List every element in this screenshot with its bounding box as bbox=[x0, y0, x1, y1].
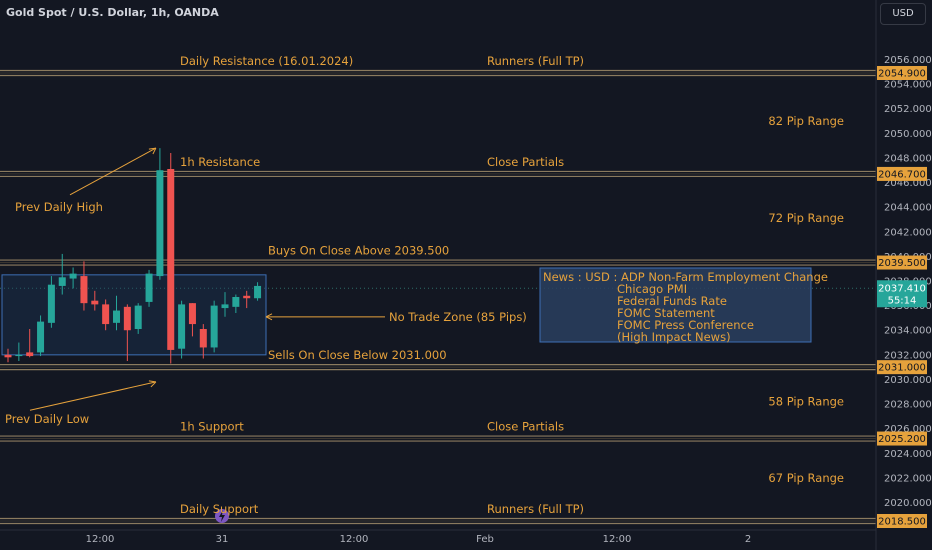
price-tick: 2054.000 bbox=[884, 80, 932, 91]
candle-body bbox=[80, 276, 88, 304]
candle-body bbox=[167, 169, 175, 350]
pip-range-label: 67 Pip Range bbox=[768, 471, 844, 485]
candle-body bbox=[37, 321, 45, 353]
level-label-right: Runners (Full TP) bbox=[487, 54, 584, 68]
price-tick: 2030.000 bbox=[884, 375, 932, 386]
time-tick: 31 bbox=[216, 534, 229, 545]
price-tick: 2034.000 bbox=[884, 326, 932, 337]
time-tick: 12:00 bbox=[340, 534, 369, 545]
currency-selector[interactable]: USD bbox=[880, 3, 926, 25]
level-label-right: Close Partials bbox=[487, 155, 564, 169]
candle-body bbox=[221, 304, 229, 309]
candle-body bbox=[232, 297, 240, 307]
candle-body bbox=[47, 284, 55, 323]
candle-body bbox=[178, 304, 186, 349]
zone-label: No Trade Zone (85 Pips) bbox=[389, 310, 527, 324]
price-tick: 2044.000 bbox=[884, 203, 932, 214]
level-label: 1h Resistance bbox=[180, 155, 260, 169]
candle-body bbox=[210, 305, 218, 348]
price-tick: 2042.000 bbox=[884, 227, 932, 238]
level-label-right: Runners (Full TP) bbox=[487, 502, 584, 516]
price-badge-text: 2031.000 bbox=[878, 363, 926, 374]
candle-body bbox=[123, 306, 131, 331]
pip-range-label: 72 Pip Range bbox=[768, 211, 844, 225]
pip-range-label: 58 Pip Range bbox=[768, 395, 844, 409]
current-price-text: 2037.410 bbox=[878, 283, 926, 294]
level-label-right: Close Partials bbox=[487, 420, 564, 434]
price-tick: 2032.000 bbox=[884, 350, 932, 361]
candle-body bbox=[4, 354, 12, 358]
price-tick: 2024.000 bbox=[884, 449, 932, 460]
price-axis[interactable]: 2056.000 2054.000 2052.000 2050.000 2048.000… bbox=[875, 0, 932, 550]
candle-body bbox=[15, 354, 23, 357]
candle-body bbox=[102, 304, 110, 325]
candle-body bbox=[199, 329, 207, 348]
candle-body bbox=[188, 303, 196, 325]
candle-body bbox=[243, 295, 251, 299]
candle-body bbox=[145, 273, 153, 302]
chart-canvas[interactable]: Daily Resistance (16.01.2024) Runners (Fu… bbox=[0, 0, 932, 550]
time-tick: 12:00 bbox=[603, 534, 632, 545]
price-tick: 2050.000 bbox=[884, 129, 932, 140]
news-item: (High Impact News) bbox=[617, 330, 731, 344]
candle-body bbox=[156, 170, 164, 277]
price-tick: 2022.000 bbox=[884, 473, 932, 484]
level-label: Daily Support bbox=[180, 502, 259, 516]
price-badge-text: 2018.500 bbox=[878, 517, 926, 528]
candle-body bbox=[58, 277, 66, 286]
price-badge-text: 2025.200 bbox=[878, 434, 926, 445]
pip-range-label: 82 Pip Range bbox=[768, 114, 844, 128]
price-tick: 2052.000 bbox=[884, 104, 932, 115]
price-badge-text: 2039.500 bbox=[878, 258, 926, 269]
prev-low-arrowhead bbox=[148, 380, 157, 388]
level-label: Sells On Close Below 2031.000 bbox=[268, 348, 447, 362]
candle-body bbox=[26, 352, 34, 357]
chart-title: Gold Spot / U.S. Dollar, 1h, OANDA bbox=[6, 6, 219, 19]
prev-low-label: Prev Daily Low bbox=[5, 412, 89, 426]
time-tick: Feb bbox=[476, 534, 494, 545]
time-axis[interactable]: 12:00 31 12:00 Feb 12:00 2 bbox=[0, 529, 876, 545]
candle-body bbox=[113, 310, 120, 323]
time-tick: 2 bbox=[745, 534, 751, 545]
price-tick: 2056.000 bbox=[884, 55, 932, 66]
price-tick: 2028.000 bbox=[884, 400, 932, 411]
price-badge-text: 2054.900 bbox=[878, 69, 926, 80]
prev-high-label: Prev Daily High bbox=[15, 200, 103, 214]
level-label: 1h Support bbox=[180, 420, 244, 434]
countdown-timer: 55:14 bbox=[888, 295, 917, 306]
level-label: Buys On Close Above 2039.500 bbox=[268, 244, 449, 258]
prev-low-arrow bbox=[29, 381, 157, 411]
price-tick: 2048.000 bbox=[884, 153, 932, 164]
candle-body bbox=[69, 273, 77, 279]
candle-body bbox=[254, 285, 262, 299]
candle-body bbox=[134, 305, 142, 329]
time-tick: 12:00 bbox=[86, 534, 115, 545]
price-tick: 2020.000 bbox=[884, 498, 932, 509]
candle-body bbox=[91, 300, 99, 305]
level-label: Daily Resistance (16.01.2024) bbox=[180, 54, 353, 68]
price-badge-text: 2046.700 bbox=[878, 169, 926, 180]
